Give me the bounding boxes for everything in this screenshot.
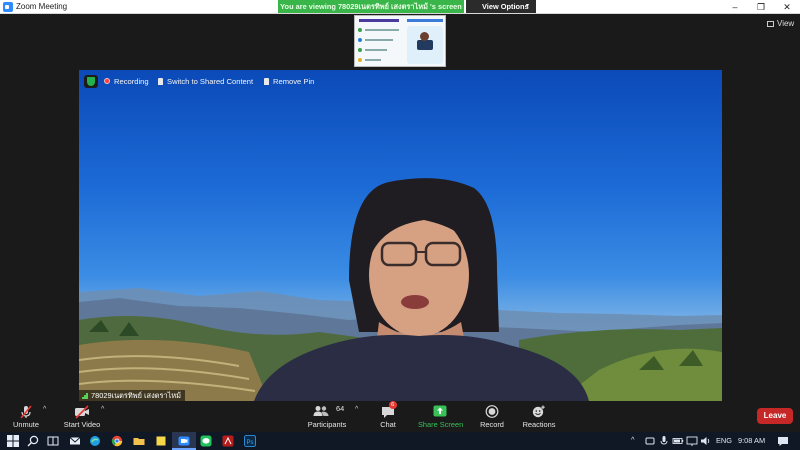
unmute-label: Unmute xyxy=(13,420,39,429)
mail-icon[interactable] xyxy=(68,434,82,448)
view-options-label: View Options xyxy=(482,2,529,11)
thumbnail-bullet-icon xyxy=(358,38,362,42)
signal-strength-icon xyxy=(82,392,89,399)
volume-icon[interactable] xyxy=(699,434,713,448)
remove-pin-label: Remove Pin xyxy=(273,77,315,86)
pin-icon xyxy=(158,78,163,85)
share-screen-label: Share Screen xyxy=(418,420,464,429)
restore-button[interactable]: ❐ xyxy=(748,0,774,14)
notification-center-icon[interactable] xyxy=(776,434,790,448)
record-dot-icon xyxy=(104,78,110,84)
zoom-app-icon[interactable] xyxy=(177,434,191,448)
video-options-caret[interactable]: ^ xyxy=(101,406,104,413)
screen-share-banner: You are viewing 78029เนตรทิพย์ เสงตราไหม… xyxy=(278,0,464,13)
input-language[interactable]: ENG xyxy=(716,436,732,445)
thumbnail-heading xyxy=(359,19,399,22)
photoshop-icon[interactable]: Ps xyxy=(243,434,257,448)
thumbnail-bullet-icon xyxy=(358,48,362,52)
chevron-down-icon: ▾ xyxy=(525,3,529,9)
share-screen-icon xyxy=(433,405,447,417)
view-options-button[interactable]: View Options ▾ xyxy=(466,0,536,13)
start-video-label: Start Video xyxy=(63,420,101,429)
thumbnail-illustration xyxy=(407,26,443,64)
record-icon xyxy=(485,405,499,418)
chat-label: Chat xyxy=(380,420,396,429)
thumbnail-bullet-icon xyxy=(358,58,362,62)
pin-icon xyxy=(264,78,269,85)
svg-text:Ps: Ps xyxy=(247,440,254,446)
tray-webcam-icon[interactable] xyxy=(643,434,657,448)
thumbnail-heading-right xyxy=(407,19,443,22)
line-app-icon[interactable] xyxy=(199,434,213,448)
thumbnail-bullet-icon xyxy=(358,28,362,32)
zoom-meeting-window: Zoom Meeting – ❐ ✕ You are viewing 78029… xyxy=(0,0,800,450)
participant-name: 78029เนตรทิพย์ เสงตราไหม้ xyxy=(91,391,182,400)
smiley-add-icon xyxy=(532,405,545,418)
participants-label: Participants xyxy=(307,420,347,429)
thumbnail-line xyxy=(365,29,399,31)
thumbnail-line xyxy=(365,59,381,61)
participant-name-tag: 78029เนตรทิพย์ เสงตราไหม้ xyxy=(79,390,186,401)
main-video-feed xyxy=(79,70,722,401)
view-label: View xyxy=(777,19,795,28)
participants-icon xyxy=(313,406,329,416)
system-clock[interactable]: 9:08 AM xyxy=(738,436,765,445)
remove-pin-button[interactable]: Remove Pin xyxy=(260,75,318,88)
shield-check-icon xyxy=(87,77,95,86)
tray-microphone-icon[interactable] xyxy=(657,434,671,448)
acrobat-icon[interactable] xyxy=(221,434,235,448)
network-icon[interactable] xyxy=(685,434,699,448)
switch-to-shared-content-button[interactable]: Switch to Shared Content xyxy=(154,75,257,88)
shared-screen-thumbnail[interactable] xyxy=(354,15,446,67)
participants-options-caret[interactable]: ^ xyxy=(355,406,358,413)
encryption-shield-icon[interactable] xyxy=(84,75,98,88)
chrome-browser-icon[interactable] xyxy=(110,434,124,448)
task-view-icon[interactable] xyxy=(46,434,60,448)
leave-meeting-button[interactable]: Leave xyxy=(757,408,793,424)
chat-unread-badge: 6 xyxy=(388,401,397,409)
participants-count: 64 xyxy=(336,404,345,413)
zoom-logo-icon xyxy=(3,2,13,12)
view-button[interactable]: View xyxy=(767,19,794,28)
window-title: Zoom Meeting xyxy=(16,2,68,11)
show-hidden-icons-caret[interactable]: ^ xyxy=(631,435,634,444)
video-off-icon xyxy=(75,405,89,419)
video-scene xyxy=(79,178,722,401)
search-icon[interactable] xyxy=(26,434,40,448)
record-label: Record xyxy=(480,420,504,429)
audio-options-caret[interactable]: ^ xyxy=(43,406,46,413)
battery-icon[interactable] xyxy=(671,434,685,448)
file-explorer-icon[interactable] xyxy=(132,434,146,448)
edge-browser-icon[interactable] xyxy=(88,434,102,448)
windows-start-icon[interactable] xyxy=(6,434,20,448)
close-button[interactable]: ✕ xyxy=(774,0,800,14)
sticky-notes-icon[interactable] xyxy=(154,434,168,448)
recording-indicator[interactable]: Recording xyxy=(100,75,153,88)
thumbnail-line xyxy=(365,49,387,51)
microphone-muted-icon xyxy=(20,405,32,419)
grid-view-icon xyxy=(767,20,774,27)
minimize-button[interactable]: – xyxy=(722,0,748,14)
reactions-label: Reactions xyxy=(522,420,556,429)
switch-shared-label: Switch to Shared Content xyxy=(167,77,254,86)
thumbnail-line xyxy=(365,39,393,41)
recording-label: Recording xyxy=(114,77,149,86)
